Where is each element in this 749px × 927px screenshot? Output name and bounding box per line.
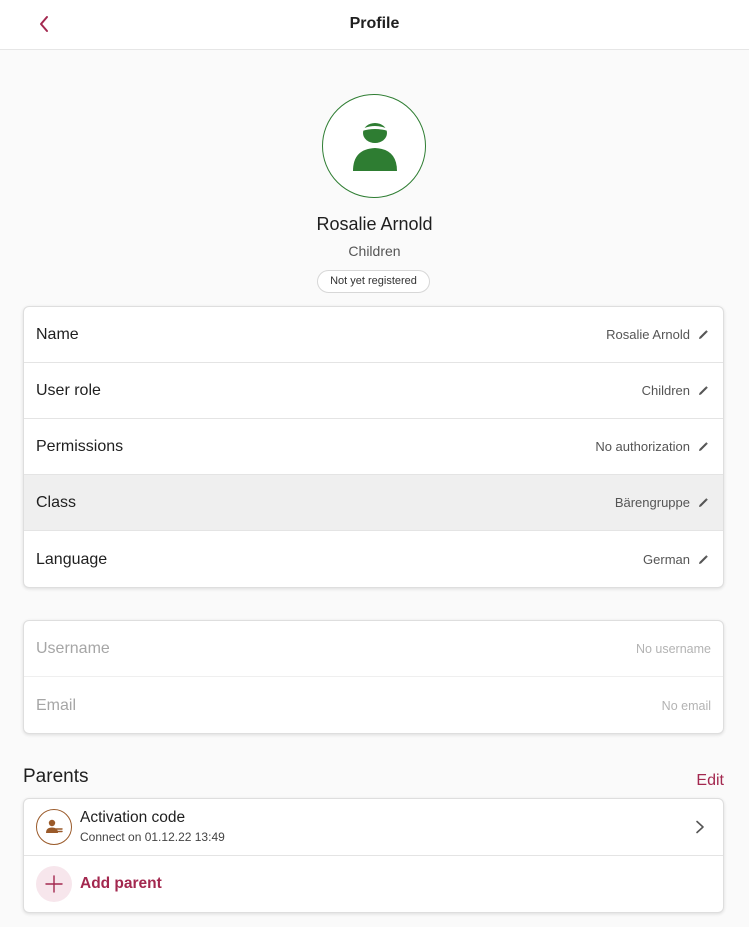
permissions-label: Permissions [36,438,124,455]
class-value: Bärengruppe [614,495,690,510]
user-role-label: User role [36,382,101,399]
activation-code-title: Activation code [80,809,186,826]
pencil-icon[interactable] [697,554,709,566]
parents-section-title: Parents [23,766,89,787]
language-value: German [643,552,690,567]
user-role-value: Children [641,383,690,398]
username-value: No username [635,642,711,656]
name-label: Name [36,326,79,343]
pencil-icon[interactable] [697,329,709,341]
pencil-icon[interactable] [697,497,709,509]
edit-parents-button[interactable]: Edit [696,772,724,790]
user-role-row[interactable]: User role Children [24,363,723,419]
parents-card: Activation code Connect on 01.12.22 13:4… [23,798,724,913]
plus-icon [45,875,63,893]
language-label: Language [36,551,108,568]
account-card: Username No username Email No email [23,620,724,734]
status-badge: Not yet registered [317,270,430,293]
add-parent-icon-circle [36,866,72,902]
name-value: Rosalie Arnold [606,327,690,342]
pencil-icon[interactable] [697,441,709,453]
profile-role: Children [348,243,401,259]
profile-details-card: Name Rosalie Arnold User role Children P… [23,306,724,588]
child-avatar-icon [353,123,397,171]
activation-code-subtitle: Connect on 01.12.22 13:49 [80,830,225,844]
email-value: No email [661,699,711,713]
language-row[interactable]: Language German [24,531,723,587]
pencil-icon[interactable] [697,385,709,397]
username-label: Username [36,640,110,657]
add-parent-label: Add parent [80,875,162,892]
avatar [322,94,426,198]
permissions-row[interactable]: Permissions No authorization [24,419,723,475]
permissions-value: No authorization [595,439,690,454]
parent-user-icon [46,819,63,833]
top-bar: Profile [0,0,749,50]
email-row: Email No email [24,677,723,733]
name-row[interactable]: Name Rosalie Arnold [24,307,723,363]
activation-code-row[interactable]: Activation code Connect on 01.12.22 13:4… [24,799,723,856]
chevron-right-icon [696,820,704,834]
username-row: Username No username [24,621,723,677]
page-title: Profile [349,15,400,32]
parent-avatar [36,809,72,845]
email-label: Email [36,697,77,714]
add-parent-row[interactable]: Add parent [24,856,723,912]
class-label: Class [36,494,77,511]
class-row[interactable]: Class Bärengruppe [24,475,723,531]
profile-name: Rosalie Arnold [316,214,433,234]
